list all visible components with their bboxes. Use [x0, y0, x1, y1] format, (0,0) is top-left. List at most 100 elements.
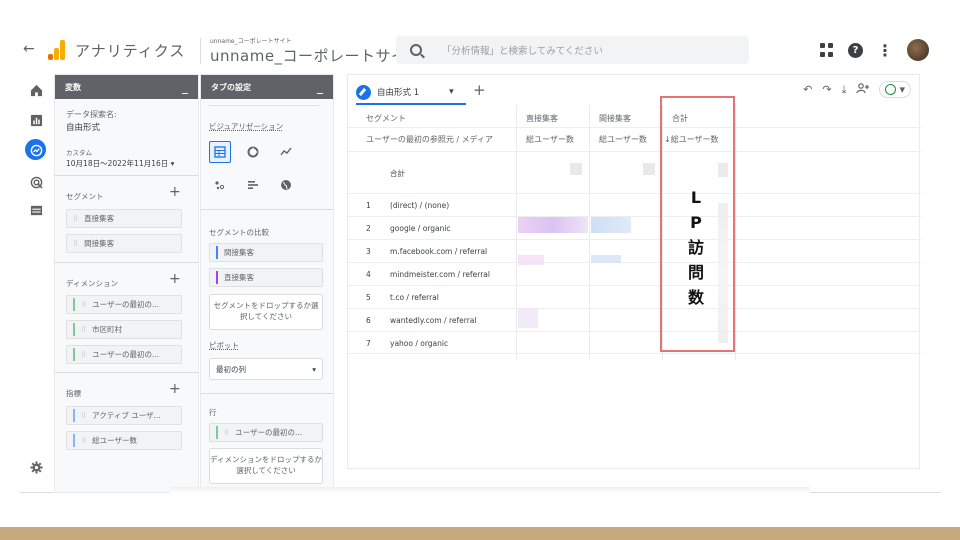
- left-nav: [20, 74, 52, 493]
- row-label: t.co / referral: [390, 293, 439, 302]
- dimension-chip[interactable]: ⠿ ユーザーの最初の...: [66, 295, 182, 314]
- segment-chip[interactable]: ⠿ 直接集客: [66, 209, 182, 228]
- divider: [55, 262, 198, 263]
- apps-grid-icon[interactable]: [820, 43, 834, 57]
- dimension-drop-zone[interactable]: ディメンションをドロップするか選択してください: [209, 448, 323, 484]
- divider: [201, 209, 333, 210]
- download-icon[interactable]: ⤓: [842, 83, 847, 97]
- metrics-title: 指標: [66, 389, 81, 398]
- search-bar[interactable]: 「分析情報」と検索してみてください: [396, 36, 749, 64]
- row-label: mindmeister.com / referral: [390, 270, 490, 279]
- table-row[interactable]: 1 (direct) / (none): [348, 193, 921, 216]
- line-chart-icon[interactable]: [275, 141, 297, 163]
- bottom-band: [0, 527, 960, 540]
- metric-chip[interactable]: ⠿ 総ユーザー数: [66, 431, 182, 450]
- dimension-header[interactable]: ユーザーの最初の参照元 / メディア: [366, 134, 493, 145]
- add-dimension-icon[interactable]: +: [169, 271, 181, 287]
- tab-label: 自由形式 1: [377, 88, 420, 98]
- tab-free-form[interactable]: 自由形式 1 ▾: [356, 81, 454, 103]
- property-selector[interactable]: unname_コーポレートサイト: [210, 45, 422, 66]
- edit-pencil-icon: [356, 84, 371, 100]
- add-metric-icon[interactable]: +: [169, 381, 181, 397]
- explore-icon[interactable]: [28, 142, 44, 158]
- row-number: 1: [366, 201, 371, 210]
- segment-compare-title: セグメントの比較: [209, 228, 269, 237]
- app-name: アナリティクス: [75, 42, 186, 60]
- annotation-label: L P 訪 問 数: [687, 188, 704, 307]
- metric-chip[interactable]: ⠿ アクティブ ユーザ...: [66, 406, 182, 425]
- donut-chart-icon[interactable]: [242, 141, 264, 163]
- divider: [201, 393, 333, 394]
- segment-chip[interactable]: ⠿ 間接集客: [66, 234, 182, 253]
- row-label: yahoo / organic: [390, 339, 449, 348]
- configure-icon[interactable]: [28, 202, 44, 218]
- help-icon[interactable]: ?: [848, 42, 863, 58]
- minimize-tab-settings-button[interactable]: _: [317, 80, 323, 94]
- table-viz-icon[interactable]: [209, 141, 231, 163]
- compare-segment-chip[interactable]: 直接集客: [209, 268, 323, 287]
- table-row[interactable]: 6 wantedly.com / referral: [348, 308, 921, 331]
- bar-chart-icon[interactable]: [242, 174, 264, 196]
- analytics-window: ← アナリティクス unname_コーポレートサイト unname_コーポレート…: [20, 28, 941, 493]
- table-row[interactable]: 3 m.facebook.com / referral: [348, 239, 921, 262]
- page: ← アナリティクス unname_コーポレートサイト unname_コーポレート…: [0, 0, 960, 540]
- table-row[interactable]: 4 mindmeister.com / referral: [348, 262, 921, 285]
- back-arrow-icon[interactable]: ←: [23, 41, 35, 57]
- minimize-variables-button[interactable]: _: [182, 80, 188, 94]
- home-icon[interactable]: [28, 82, 44, 98]
- redacted-value: [518, 217, 588, 233]
- avatar[interactable]: [907, 39, 929, 61]
- totals-row: 合計: [348, 151, 921, 193]
- tab-menu-icon[interactable]: ▾: [449, 87, 454, 97]
- compare-segment-chip[interactable]: 間接集客: [209, 243, 323, 262]
- visualization-title: ビジュアリゼーション: [209, 122, 284, 131]
- redacted-value: [570, 163, 582, 175]
- window-shadow: [170, 487, 810, 493]
- more-vert-icon[interactable]: ⋮: [877, 41, 893, 60]
- add-tab-button[interactable]: +: [473, 81, 486, 99]
- undo-icon[interactable]: ↶: [803, 83, 812, 96]
- date-range-picker[interactable]: 10月18日～2022年11月16日 ▾: [66, 158, 174, 169]
- row-label: m.facebook.com / referral: [390, 247, 488, 256]
- add-segment-icon[interactable]: +: [169, 184, 181, 200]
- metric-header[interactable]: 総ユーザー数: [599, 134, 647, 145]
- status-check-pill[interactable]: ▾: [879, 81, 911, 98]
- top-bar: ← アナリティクス unname_コーポレートサイト unname_コーポレート…: [20, 28, 941, 74]
- table-row[interactable]: 5 t.co / referral: [348, 285, 921, 308]
- dimension-chip[interactable]: ⠿ ユーザーの最初の...: [66, 345, 182, 364]
- top-right-icons: ? ⋮: [820, 39, 929, 61]
- reports-icon[interactable]: [28, 112, 44, 128]
- row-number: 3: [366, 247, 371, 256]
- row-dimension-chip[interactable]: ⠿ ユーザーの最初の...: [209, 423, 323, 442]
- rows-title: 行: [209, 408, 217, 417]
- segment-drop-zone[interactable]: セグメントをドロップするか選択してください: [209, 294, 323, 330]
- divider: [348, 127, 921, 128]
- metric-header[interactable]: 総ユーザー数: [526, 134, 574, 145]
- row-number: 2: [366, 224, 371, 233]
- advertising-icon[interactable]: [28, 174, 44, 190]
- redo-icon[interactable]: ↷: [822, 83, 831, 96]
- segment-col-direct[interactable]: 直接集客: [526, 113, 558, 124]
- table-row[interactable]: 7 yahoo / organic: [348, 331, 921, 354]
- account-name[interactable]: unname_コーポレートサイト: [210, 36, 292, 45]
- pivot-select[interactable]: 最初の列 ▾: [209, 358, 323, 380]
- row-label: wantedly.com / referral: [390, 316, 477, 325]
- exploration-name-label: データ探索名:: [66, 110, 117, 119]
- canvas-toolbar: ↶ ↷ ⤓ ▾: [803, 81, 911, 98]
- exploration-canvas: 自由形式 1 ▾ + ↶ ↷ ⤓ ▾ セグメント 直接集客 間接集客 合計 ユー…: [347, 74, 921, 469]
- divider: [55, 372, 198, 373]
- scatter-chart-icon[interactable]: [209, 174, 231, 196]
- segments-title: セグメント: [66, 192, 104, 201]
- table-row[interactable]: 2 google / organic: [348, 216, 921, 239]
- dimension-chip[interactable]: ⠿ 市区町村: [66, 320, 182, 339]
- segment-header: セグメント: [366, 114, 406, 123]
- dropdown-arrow-icon: ▾: [312, 364, 316, 374]
- geo-map-icon[interactable]: [275, 174, 297, 196]
- settings-gear-icon[interactable]: [28, 459, 44, 475]
- segment-col-indirect[interactable]: 間接集客: [599, 113, 631, 124]
- redacted-value: [591, 255, 621, 263]
- redacted-value: [591, 217, 631, 233]
- totals-label: 合計: [390, 169, 405, 178]
- exploration-name-value[interactable]: 自由形式: [66, 121, 100, 133]
- share-user-icon[interactable]: [856, 82, 870, 97]
